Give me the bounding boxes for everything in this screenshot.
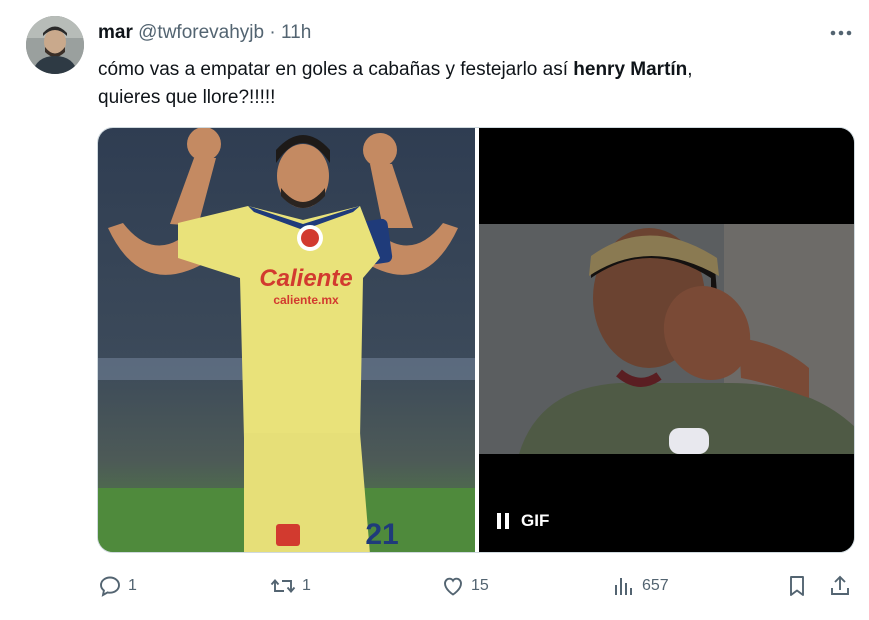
tweet-text: cómo vas a empatar en goles a cabañas y … bbox=[98, 56, 838, 112]
gif-control[interactable]: GIF bbox=[497, 508, 549, 534]
reply-count: 1 bbox=[128, 577, 137, 594]
tweet-actions: 1 1 15 657 bbox=[0, 566, 869, 606]
jersey-sponsor-sub: caliente.mx bbox=[273, 293, 339, 307]
tweet-time[interactable]: 11h bbox=[281, 22, 311, 43]
media-grid: Caliente caliente.mx 21 GIF bbox=[97, 127, 855, 553]
retweet-icon bbox=[270, 579, 296, 593]
tweet-text-line2: quieres que llore?!!!!! bbox=[98, 87, 276, 108]
pause-icon bbox=[497, 513, 511, 529]
retweet-count: 1 bbox=[302, 577, 311, 594]
user-handle[interactable]: @twforevahyjb bbox=[138, 22, 264, 43]
reply-button[interactable]: 1 bbox=[98, 566, 137, 606]
separator-dot: · bbox=[269, 22, 276, 43]
gif-frame bbox=[479, 128, 854, 552]
share-icon bbox=[831, 575, 849, 595]
avatar[interactable] bbox=[26, 16, 84, 74]
like-button[interactable]: 15 bbox=[441, 566, 489, 606]
tweet-header: mar @twforevahyjb · 11h bbox=[98, 21, 311, 45]
tweet-text-bold: henry Martín bbox=[573, 59, 688, 80]
share-button[interactable] bbox=[828, 566, 852, 606]
views-button[interactable]: 657 bbox=[612, 566, 669, 606]
player-photo: Caliente caliente.mx 21 bbox=[98, 128, 475, 552]
tweet-text-part2: , bbox=[687, 59, 693, 80]
gif-label: GIF bbox=[521, 511, 550, 530]
retweet-button[interactable]: 1 bbox=[270, 566, 311, 606]
analytics-icon bbox=[615, 578, 632, 595]
reply-icon bbox=[100, 576, 120, 597]
gif-crying-woman[interactable]: GIF bbox=[479, 128, 854, 552]
jersey-sponsor: Caliente bbox=[259, 265, 352, 292]
photo-player-celebrating[interactable]: Caliente caliente.mx 21 bbox=[98, 128, 475, 552]
tweet-card[interactable]: mar @twforevahyjb · 11h cómo vas a empat… bbox=[0, 0, 869, 620]
heart-icon bbox=[444, 577, 462, 596]
more-options-button[interactable] bbox=[826, 18, 856, 48]
tweet-text-part1: cómo vas a empatar en goles a cabañas y … bbox=[98, 59, 574, 80]
view-count: 657 bbox=[642, 577, 669, 594]
more-icon bbox=[830, 30, 852, 36]
user-name[interactable]: mar bbox=[98, 22, 133, 43]
like-count: 15 bbox=[471, 577, 489, 594]
bookmark-button[interactable] bbox=[785, 566, 809, 606]
shorts-number: 21 bbox=[365, 518, 398, 551]
avatar-image bbox=[26, 16, 84, 74]
bookmark-icon bbox=[790, 576, 804, 596]
